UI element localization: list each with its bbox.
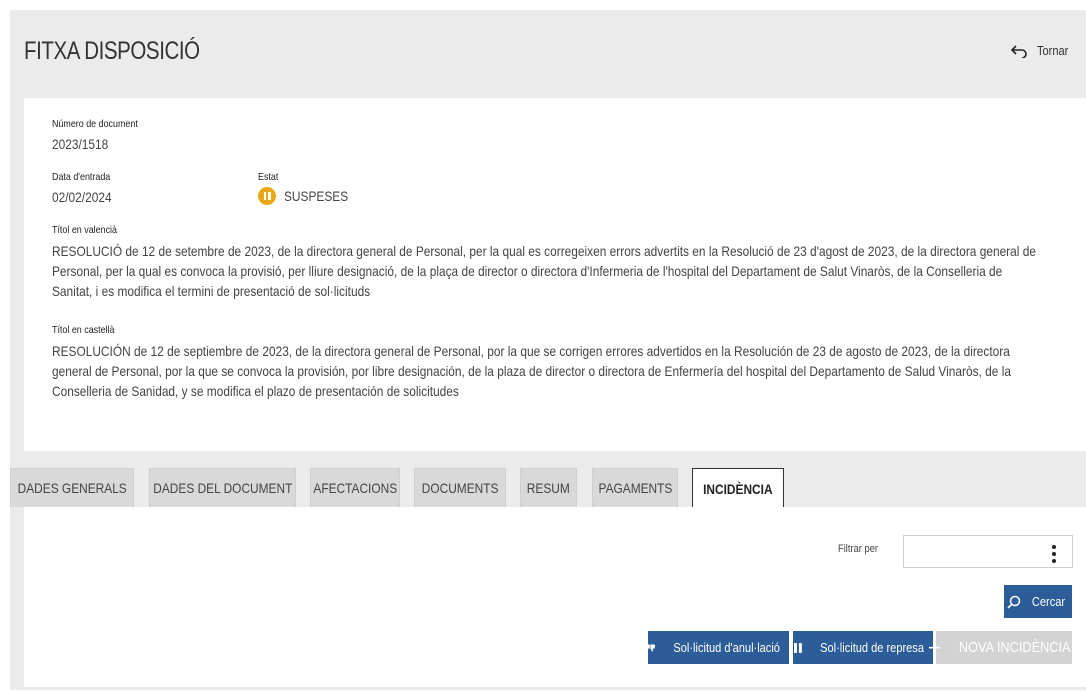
tab-afectacions[interactable]: AFECTACIONS	[310, 468, 400, 507]
tab-documents[interactable]: DOCUMENTS	[414, 468, 506, 507]
title-valencian-label: Títol en valencià	[52, 224, 117, 236]
status-value: SUSPESES	[284, 188, 349, 204]
filter-select[interactable]	[903, 535, 1073, 568]
resume-request-button[interactable]: Sol·licitud de represa	[793, 631, 933, 664]
status-label: Estat	[258, 171, 279, 183]
entry-date-label: Data d'entrada	[52, 171, 111, 183]
back-arrow-icon	[1011, 44, 1027, 58]
title-spanish-label: Títol en castellà	[52, 324, 115, 336]
plus-icon: +	[927, 634, 941, 660]
page: FITXA DISPOSICIÓ Tornar Número de docume…	[10, 10, 1086, 690]
annulment-request-button[interactable]: Sol·licitud d'anul·lació	[648, 631, 789, 664]
document-number-label: Número de document	[52, 118, 138, 130]
title-spanish-text: RESOLUCIÓN de 12 de septiembre de 2023, …	[52, 343, 1011, 399]
title-valencian-text: RESOLUCIÓ de 12 de setembre de 2023, de …	[52, 243, 1036, 299]
more-options-icon[interactable]	[1052, 545, 1056, 563]
entry-date-value: 02/02/2024	[52, 189, 112, 205]
back-link[interactable]: Tornar	[1011, 43, 1074, 58]
document-number-value: 2023/1518	[52, 136, 109, 152]
tab-dades-generals[interactable]: DADES GENERALS	[10, 468, 134, 507]
page-header: FITXA DISPOSICIÓ Tornar	[10, 10, 1086, 98]
document-info-card: Número de document 2023/1518 Data d'entr…	[24, 98, 1086, 451]
new-incidence-button[interactable]: + NOVA INCIDÈNCIA	[928, 631, 1072, 664]
page-title: FITXA DISPOSICIÓ	[24, 37, 200, 65]
pause-icon	[793, 642, 802, 653]
back-link-label: Tornar	[1037, 43, 1069, 58]
tab-resum[interactable]: RESUM	[520, 468, 577, 507]
tab-dades-del-document[interactable]: DADES DEL DOCUMENT	[149, 468, 296, 507]
tab-bar: DADES GENERALS DADES DEL DOCUMENT AFECTA…	[10, 468, 1086, 508]
tab-pagaments[interactable]: PAGAMENTS	[592, 468, 678, 507]
tab-incidencia[interactable]: INCIDÈNCIA	[692, 468, 784, 508]
search-button[interactable]: Cercar	[1004, 585, 1072, 618]
thumbs-down-icon	[648, 643, 656, 652]
pause-status-icon	[258, 187, 276, 205]
filter-label: Filtrar per	[838, 543, 879, 555]
search-icon	[1007, 595, 1021, 609]
status-indicator: SUSPESES	[258, 187, 359, 205]
